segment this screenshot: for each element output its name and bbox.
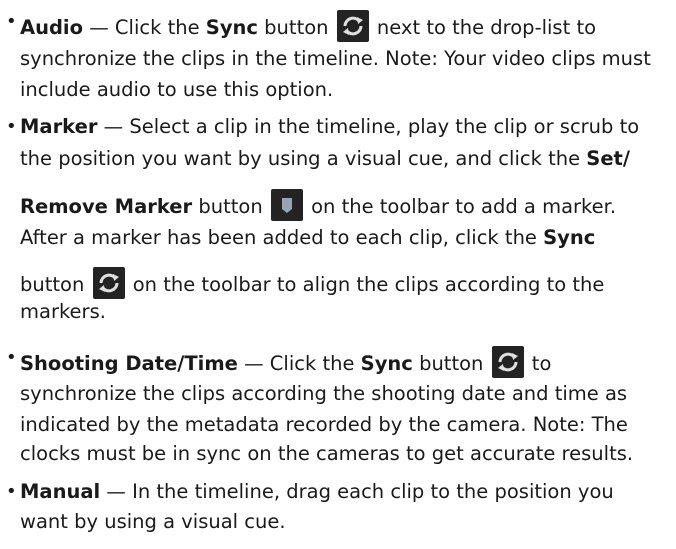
- sync-icon: [336, 10, 369, 42]
- shooting-line-2: synchronize the clips according the shoo…: [20, 382, 628, 405]
- marker-line-4: After a marker has been added to each cl…: [20, 226, 596, 249]
- marker-line-1: • Marker — Select a clip in the timeline,…: [6, 115, 640, 138]
- help-document: • Audio — Click the Sync button next to t…: [0, 0, 676, 549]
- marker-icon: [270, 189, 303, 221]
- shooting-line-3: indicated by the metadata recorded by th…: [20, 413, 628, 436]
- term-marker: Marker: [20, 115, 98, 138]
- shooting-line-1: • Shooting Date/Time — Click the Sync but…: [6, 346, 551, 378]
- sync-icon: [491, 346, 524, 378]
- marker-line-6: markers.: [20, 300, 106, 323]
- keyword-sync: Sync: [205, 16, 258, 39]
- shooting-line-4: clocks must be in sync on the cameras to…: [20, 442, 634, 465]
- audio-line-2: synchronize the clips in the timeline. N…: [20, 47, 651, 70]
- bullet: •: [6, 11, 17, 32]
- sync-icon: [92, 267, 125, 299]
- marker-line-5: button on the toolbar to align the clips…: [20, 267, 604, 299]
- manual-line-2: want by using a visual cue.: [20, 510, 286, 533]
- bullet: •: [6, 116, 17, 137]
- audio-line-3: include audio to use this option.: [20, 78, 334, 101]
- term-shooting-date-time: Shooting Date/Time: [20, 352, 238, 375]
- keyword-remove-marker: Remove Marker: [20, 195, 193, 218]
- keyword-sync: Sync: [360, 352, 413, 375]
- term-manual: Manual: [20, 480, 101, 503]
- term-audio: Audio: [20, 16, 84, 39]
- keyword-set: Set/: [586, 147, 630, 170]
- marker-line-2: the position you want by using a visual …: [20, 147, 630, 170]
- marker-line-3: Remove Marker button on the toolbar to a…: [20, 189, 616, 221]
- keyword-sync: Sync: [543, 226, 596, 249]
- manual-line-1: • Manual — In the timeline, drag each cli…: [6, 480, 614, 503]
- bullet: •: [6, 481, 17, 502]
- audio-line-1: • Audio — Click the Sync button next to t…: [6, 10, 596, 42]
- bullet: •: [6, 347, 17, 368]
